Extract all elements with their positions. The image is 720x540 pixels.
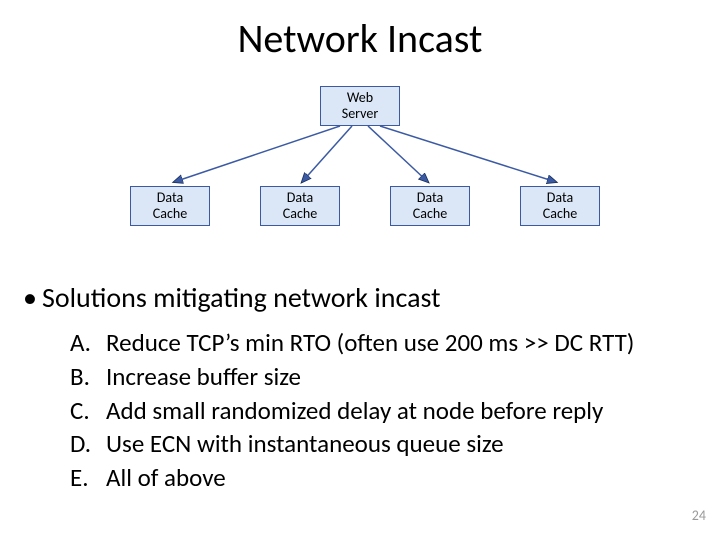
option-letter: C. xyxy=(70,394,106,428)
data-cache-label: Data Cache xyxy=(153,190,187,222)
data-cache-label: Data Cache xyxy=(543,190,577,222)
option-text: All of above xyxy=(106,461,226,495)
option-text: Reduce TCP’s min RTO (often use 200 ms >… xyxy=(106,326,634,360)
list-item: A. Reduce TCP’s min RTO (often use 200 m… xyxy=(70,326,634,360)
options-list: A. Reduce TCP’s min RTO (often use 200 m… xyxy=(70,326,634,495)
bullet-heading: •Solutions mitigating network incast xyxy=(18,280,441,315)
option-letter: B. xyxy=(70,360,106,394)
page-number: 24 xyxy=(692,507,706,524)
web-server-label: Web Server xyxy=(342,90,378,122)
option-letter: A. xyxy=(70,326,106,360)
incast-diagram: Web Server Data Cache Data Cache Data Ca… xyxy=(0,80,720,240)
list-item: C. Add small randomized delay at node be… xyxy=(70,394,634,428)
bullet-text: Solutions mitigating network incast xyxy=(42,280,441,315)
list-item: E. All of above xyxy=(70,461,634,495)
list-item: B. Increase buffer size xyxy=(70,360,634,394)
option-text: Use ECN with instantaneous queue size xyxy=(106,427,504,461)
data-cache-label: Data Cache xyxy=(413,190,447,222)
list-item: D. Use ECN with instantaneous queue size xyxy=(70,427,634,461)
bullet-dot-icon: • xyxy=(18,280,42,315)
slide-title: Network Incast xyxy=(0,14,720,63)
option-letter: E. xyxy=(70,461,106,495)
option-letter: D. xyxy=(70,427,106,461)
data-cache-node: Data Cache xyxy=(390,186,470,226)
option-text: Increase buffer size xyxy=(106,360,301,394)
option-text: Add small randomized delay at node befor… xyxy=(106,394,603,428)
data-cache-label: Data Cache xyxy=(283,190,317,222)
web-server-node: Web Server xyxy=(320,86,400,126)
slide: Network Incast Web Server Data Cache Dat… xyxy=(0,0,720,540)
data-cache-node: Data Cache xyxy=(520,186,600,226)
data-cache-node: Data Cache xyxy=(260,186,340,226)
data-cache-node: Data Cache xyxy=(130,186,210,226)
